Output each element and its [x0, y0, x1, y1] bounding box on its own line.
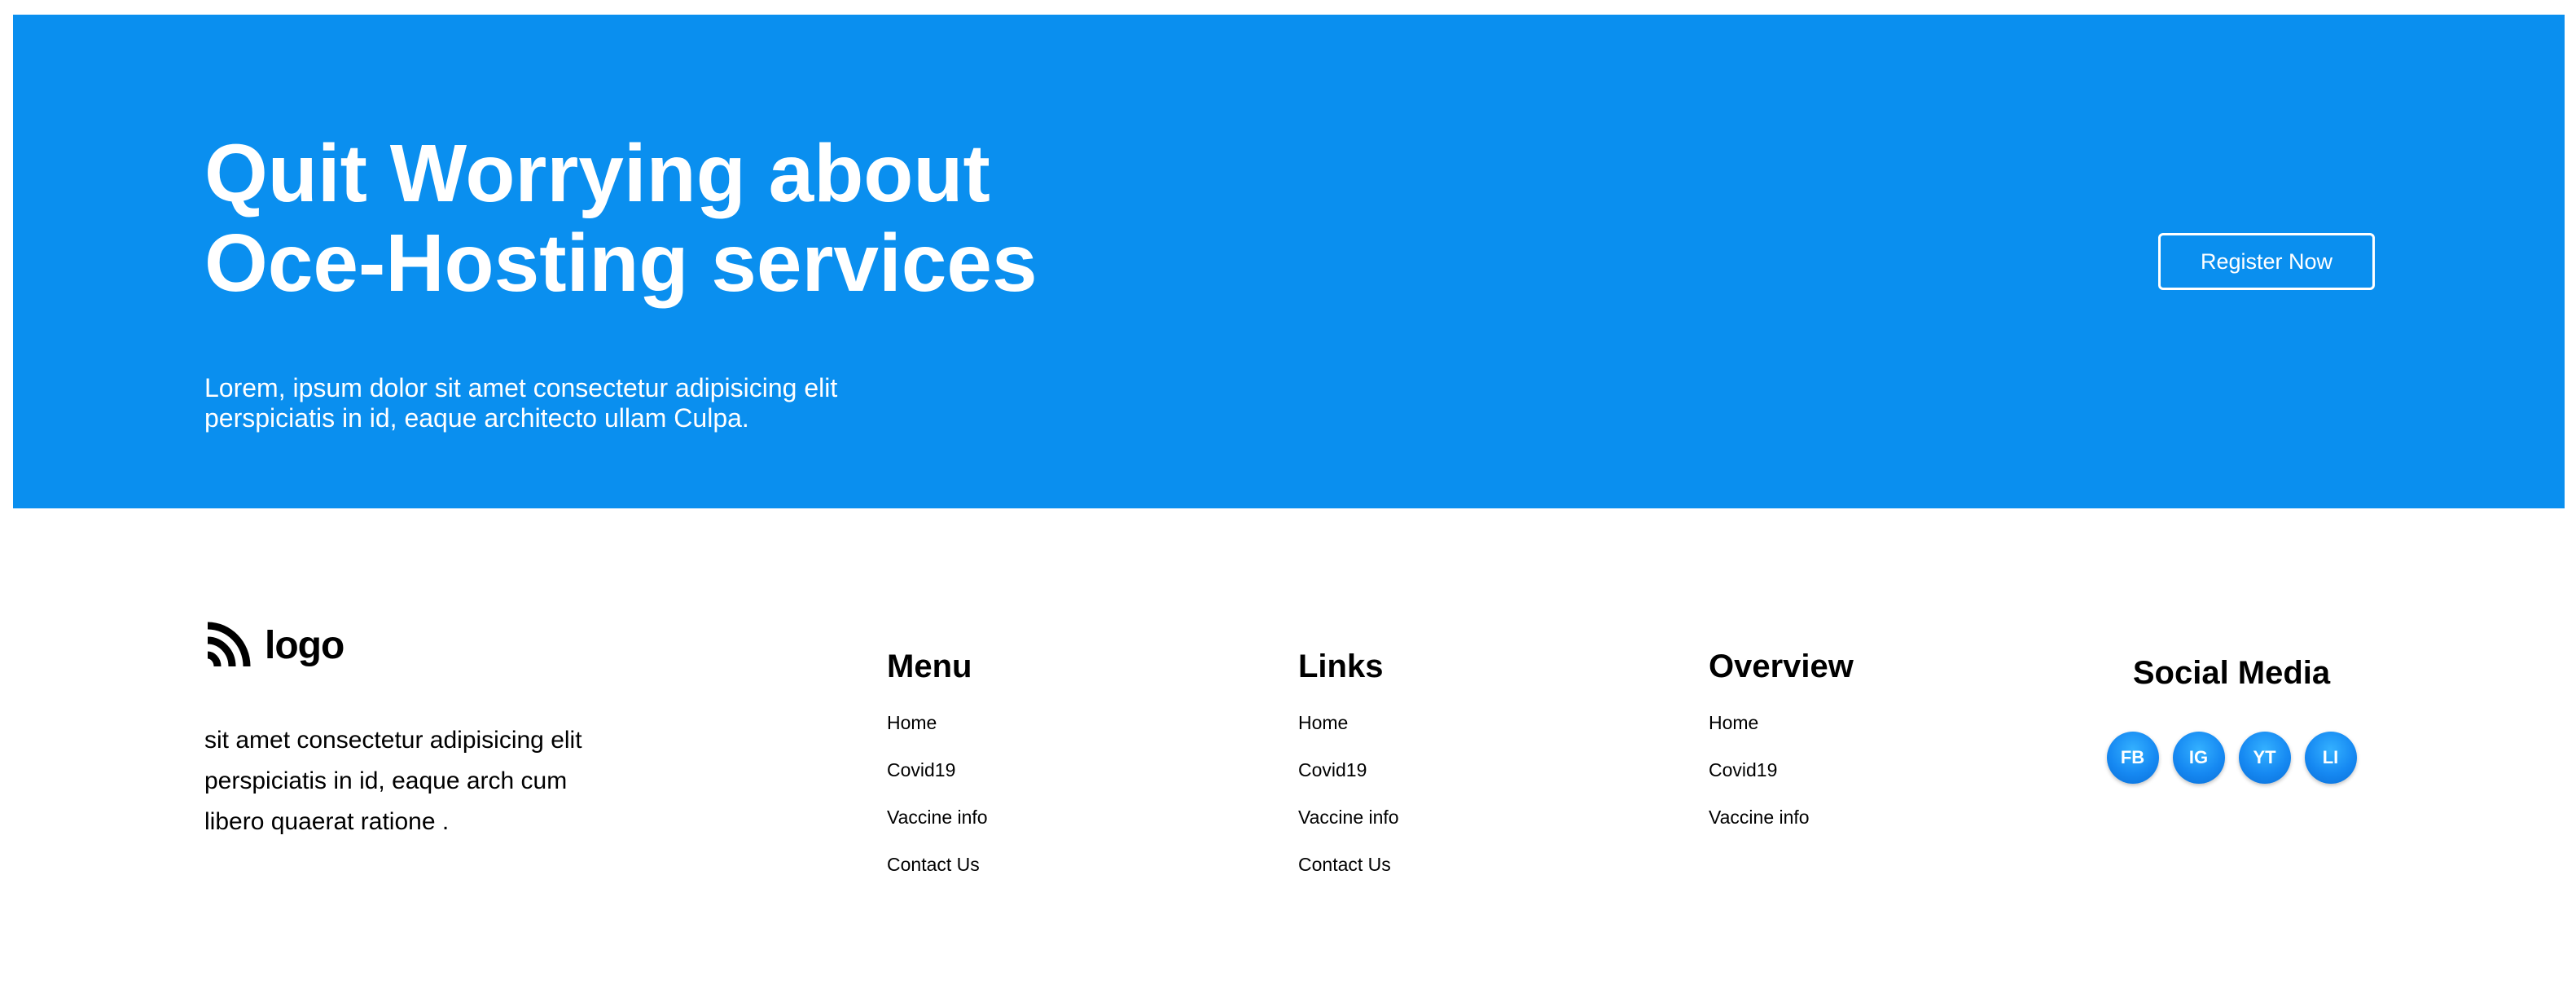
links-link-home[interactable]: Home: [1298, 712, 1348, 733]
brand-logo[interactable]: logo: [204, 619, 344, 671]
social-icons-row: FB IG YT LI: [2069, 732, 2394, 784]
overview-link-covid19[interactable]: Covid19: [1709, 759, 1777, 780]
hero-title-line: Quit Worrying about: [204, 128, 990, 219]
brand-description-line: libero quaerat ratione .: [204, 808, 450, 835]
menu-link-covid19[interactable]: Covid19: [887, 759, 955, 780]
hero-description-line: perspiciatis in id, eaque architecto ull…: [204, 403, 749, 433]
footer-links-column: Links Home Covid19 Vaccine info Contact …: [1298, 644, 1640, 888]
register-now-button[interactable]: Register Now: [2158, 233, 2375, 290]
youtube-icon[interactable]: YT: [2238, 732, 2291, 784]
instagram-icon[interactable]: IG: [2172, 732, 2225, 784]
menu-link-contact-us[interactable]: Contact Us: [887, 854, 980, 875]
linkedin-icon[interactable]: LI: [2304, 732, 2357, 784]
hero-banner: Quit Worrying about Oce-Hosting services…: [13, 15, 2565, 508]
hero-description: Lorem, ipsum dolor sit amet consectetur …: [204, 373, 937, 433]
menu-link-home[interactable]: Home: [887, 712, 937, 733]
brand-name: logo: [265, 623, 344, 667]
links-heading: Links: [1298, 648, 1384, 684]
brand-description-line: perspiciatis in id, eaque arch cum: [204, 767, 568, 794]
footer-overview-column: Overview Home Covid19 Vaccine info: [1709, 644, 2051, 841]
links-link-contact-us[interactable]: Contact Us: [1298, 854, 1391, 875]
facebook-icon[interactable]: FB: [2106, 732, 2159, 784]
brand-description-line: sit amet consectetur adipisicing elit: [204, 727, 582, 754]
social-media-section: Social Media FB IG YT LI: [2069, 650, 2394, 784]
footer-menu-column: Menu Home Covid19 Vaccine info Contact U…: [887, 644, 1229, 888]
overview-link-vaccine-info[interactable]: Vaccine info: [1709, 807, 1810, 828]
brand-description: sit amet consectetur adipisicing elit pe…: [204, 720, 660, 842]
links-link-vaccine-info[interactable]: Vaccine info: [1298, 807, 1399, 828]
overview-link-home[interactable]: Home: [1709, 712, 1758, 733]
hero-title: Quit Worrying about Oce-Hosting services: [204, 129, 1263, 308]
menu-heading: Menu: [887, 648, 972, 684]
social-media-heading: Social Media: [2132, 655, 2331, 691]
logo-wave-icon: [207, 622, 251, 667]
menu-link-vaccine-info[interactable]: Vaccine info: [887, 807, 988, 828]
links-link-covid19[interactable]: Covid19: [1298, 759, 1367, 780]
hero-title-line: Oce-Hosting services: [204, 218, 1038, 309]
overview-heading: Overview: [1709, 648, 1854, 684]
hero-description-line: Lorem, ipsum dolor sit amet consectetur …: [204, 373, 838, 402]
